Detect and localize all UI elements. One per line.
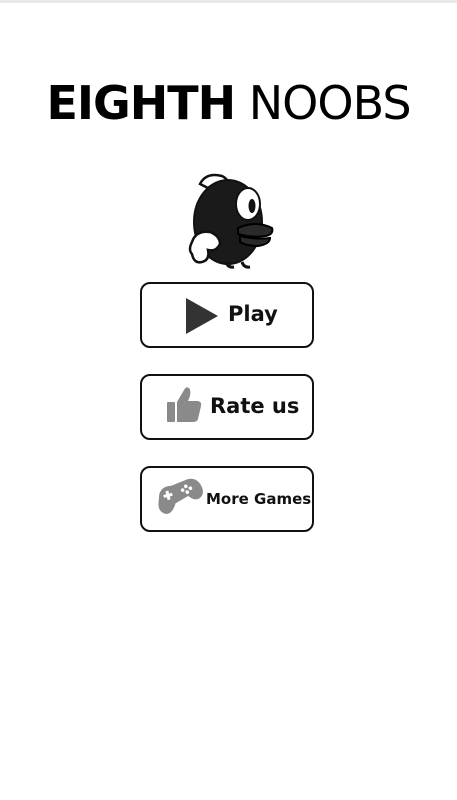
gamepad-icon: [158, 478, 203, 514]
title-bold-word: EIGHTH: [46, 76, 236, 130]
more-games-button-label: More Games: [206, 490, 312, 508]
play-button[interactable]: Play: [140, 282, 314, 348]
rate-us-button-label: Rate us: [210, 394, 300, 418]
bird-mascot-icon: [188, 173, 274, 269]
play-button-label: Play: [228, 302, 278, 326]
more-games-button[interactable]: More Games: [140, 466, 314, 532]
title-light-word: NOOBS: [248, 76, 412, 130]
thumbs-up-icon: [167, 387, 202, 422]
status-bar-strip: [0, 0, 457, 3]
play-triangle-icon: [186, 298, 218, 334]
game-title: EIGHTH NOOBS: [0, 78, 457, 128]
rate-us-button[interactable]: Rate us: [140, 374, 314, 440]
